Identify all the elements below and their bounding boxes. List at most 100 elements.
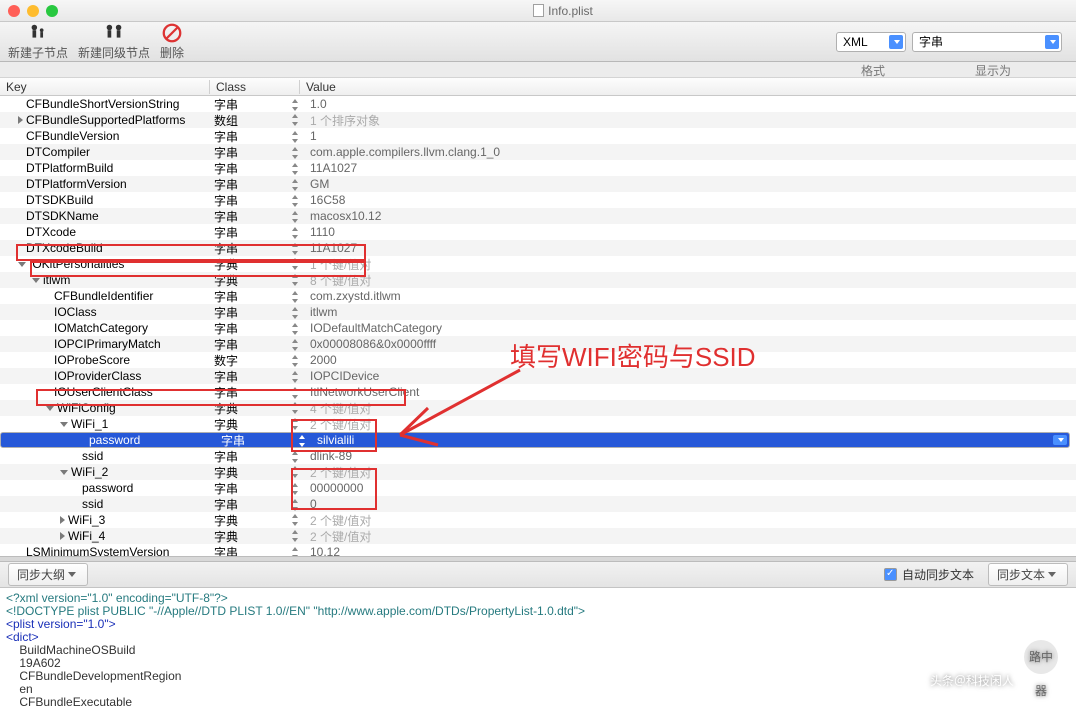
table-row[interactable]: DTXcode字串1110 — [0, 224, 1076, 240]
disclosure-triangle-icon[interactable] — [32, 278, 40, 283]
format-select[interactable]: XML — [836, 32, 906, 52]
table-row[interactable]: IOUserClientClass字串ItlNetworkUserClient — [0, 384, 1076, 400]
stepper-icon[interactable] — [292, 307, 299, 319]
row-key: WiFiConfig — [57, 401, 116, 415]
type-select[interactable]: 字串 — [912, 32, 1062, 52]
table-row[interactable]: password字串00000000 — [0, 480, 1076, 496]
stepper-icon[interactable] — [292, 291, 299, 303]
document-icon — [533, 4, 544, 17]
stepper-icon[interactable] — [292, 387, 299, 399]
disclosure-triangle-icon[interactable] — [60, 532, 65, 540]
disclosure-triangle-icon[interactable] — [60, 516, 65, 524]
row-class: 字串 — [210, 384, 300, 401]
stepper-icon[interactable] — [292, 339, 299, 351]
stepper-icon[interactable] — [292, 274, 299, 286]
column-key[interactable]: Key — [0, 80, 210, 94]
stepper-icon[interactable] — [292, 323, 299, 335]
table-row[interactable]: ssid字串dlink-89 — [0, 448, 1076, 464]
stepper-icon[interactable] — [292, 418, 299, 430]
delete-button[interactable]: 删除 — [160, 22, 184, 61]
stepper-icon[interactable] — [292, 114, 299, 126]
row-key: CFBundleVersion — [26, 129, 119, 143]
stepper-icon[interactable] — [292, 530, 299, 542]
stepper-icon[interactable] — [292, 402, 299, 414]
disclosure-triangle-icon[interactable] — [18, 262, 26, 267]
row-key: DTXcode — [26, 225, 76, 239]
zoom-icon[interactable] — [46, 5, 58, 17]
disclosure-triangle-icon[interactable] — [60, 422, 68, 427]
sync-text-button[interactable]: 同步文本 — [988, 563, 1068, 586]
column-value[interactable]: Value — [300, 80, 1076, 94]
stepper-icon[interactable] — [292, 147, 299, 159]
stepper-icon[interactable] — [292, 211, 299, 223]
table-row[interactable]: password字串silvialili — [0, 432, 1070, 448]
disclosure-triangle-icon[interactable] — [18, 116, 23, 124]
row-value: 2 个键/值对 — [310, 418, 371, 432]
table-row[interactable]: CFBundleShortVersionString字串1.0 — [0, 96, 1076, 112]
table-row[interactable]: DTSDKName字串macosx10.12 — [0, 208, 1076, 224]
stepper-icon[interactable] — [292, 179, 299, 191]
table-row[interactable]: WiFiConfig字典4 个键/值对 — [0, 400, 1076, 416]
new-sibling-button[interactable]: 新建同级节点 — [78, 22, 150, 61]
stepper-icon[interactable] — [292, 243, 299, 255]
row-value: 11A1027 — [310, 241, 357, 255]
table-row[interactable]: DTPlatformBuild字串11A1027 — [0, 160, 1076, 176]
column-headers: Key Class Value — [0, 78, 1076, 96]
table-row[interactable]: DTXcodeBuild字串11A1027 — [0, 240, 1076, 256]
table-row[interactable]: LSMinimumSystemVersion字串10.12 — [0, 544, 1076, 556]
row-class: 字串 — [210, 160, 300, 177]
plist-tree[interactable]: CFBundleShortVersionString字串1.0CFBundleS… — [0, 96, 1076, 556]
row-value: 1 个排序对象 — [310, 114, 380, 128]
new-child-button[interactable]: 新建子节点 — [8, 22, 68, 61]
minimize-icon[interactable] — [27, 5, 39, 17]
table-row[interactable]: WiFi_2字典2 个键/值对 — [0, 464, 1076, 480]
stepper-icon[interactable] — [292, 227, 299, 239]
table-row[interactable]: IOKitPersonalities字典1 个键/值对 — [0, 256, 1076, 272]
table-row[interactable]: IOClass字串itlwm — [0, 304, 1076, 320]
table-row[interactable]: WiFi_4字典2 个键/值对 — [0, 528, 1076, 544]
stepper-icon[interactable] — [292, 131, 299, 143]
row-key: IOProviderClass — [54, 369, 141, 383]
stepper-icon[interactable] — [299, 435, 306, 447]
row-key: CFBundleIdentifier — [54, 289, 153, 303]
stepper-icon[interactable] — [292, 195, 299, 207]
row-class: 字典 — [210, 464, 300, 481]
row-class: 字串 — [210, 224, 300, 241]
row-key: CFBundleShortVersionString — [26, 97, 179, 111]
column-class[interactable]: Class — [210, 80, 300, 94]
sync-outline-button[interactable]: 同步大纲 — [8, 563, 88, 586]
stepper-icon[interactable] — [292, 451, 299, 463]
stepper-icon[interactable] — [292, 499, 299, 511]
table-row[interactable]: IOMatchCategory字串IODefaultMatchCategory — [0, 320, 1076, 336]
disclosure-triangle-icon[interactable] — [46, 406, 54, 411]
table-row[interactable]: WiFi_1字典2 个键/值对 — [0, 416, 1076, 432]
table-row[interactable]: CFBundleIdentifier字串com.zxystd.itlwm — [0, 288, 1076, 304]
stepper-icon[interactable] — [292, 163, 299, 175]
xml-source[interactable]: <?xml version="1.0" encoding="UTF-8"?><!… — [0, 588, 1076, 708]
close-icon[interactable] — [8, 5, 20, 17]
table-row[interactable]: itlwm字典8 个键/值对 — [0, 272, 1076, 288]
stepper-icon[interactable] — [292, 371, 299, 383]
disclosure-triangle-icon[interactable] — [60, 470, 68, 475]
row-key: WiFi_2 — [71, 465, 108, 479]
row-class: 字串 — [210, 96, 300, 113]
stepper-icon[interactable] — [292, 514, 299, 526]
table-row[interactable]: DTSDKBuild字串16C58 — [0, 192, 1076, 208]
stepper-icon[interactable] — [292, 258, 299, 270]
stepper-icon[interactable] — [292, 483, 299, 495]
row-value: com.zxystd.itlwm — [310, 289, 401, 303]
stepper-icon[interactable] — [292, 466, 299, 478]
stepper-icon[interactable] — [292, 99, 299, 111]
row-key: ssid — [82, 449, 103, 463]
table-row[interactable]: DTPlatformVersion字串GM — [0, 176, 1076, 192]
table-row[interactable]: ssid字串0 — [0, 496, 1076, 512]
stepper-icon[interactable] — [292, 547, 299, 556]
auto-sync-checkbox[interactable]: 自动同步文本 — [884, 566, 974, 583]
stepper-icon[interactable] — [292, 355, 299, 367]
row-key: IOMatchCategory — [54, 321, 148, 335]
table-row[interactable]: WiFi_3字典2 个键/值对 — [0, 512, 1076, 528]
table-row[interactable]: DTCompiler字串com.apple.compilers.llvm.cla… — [0, 144, 1076, 160]
table-row[interactable]: CFBundleVersion字串1 — [0, 128, 1076, 144]
row-key: ssid — [82, 497, 103, 511]
table-row[interactable]: CFBundleSupportedPlatforms数组1 个排序对象 — [0, 112, 1076, 128]
